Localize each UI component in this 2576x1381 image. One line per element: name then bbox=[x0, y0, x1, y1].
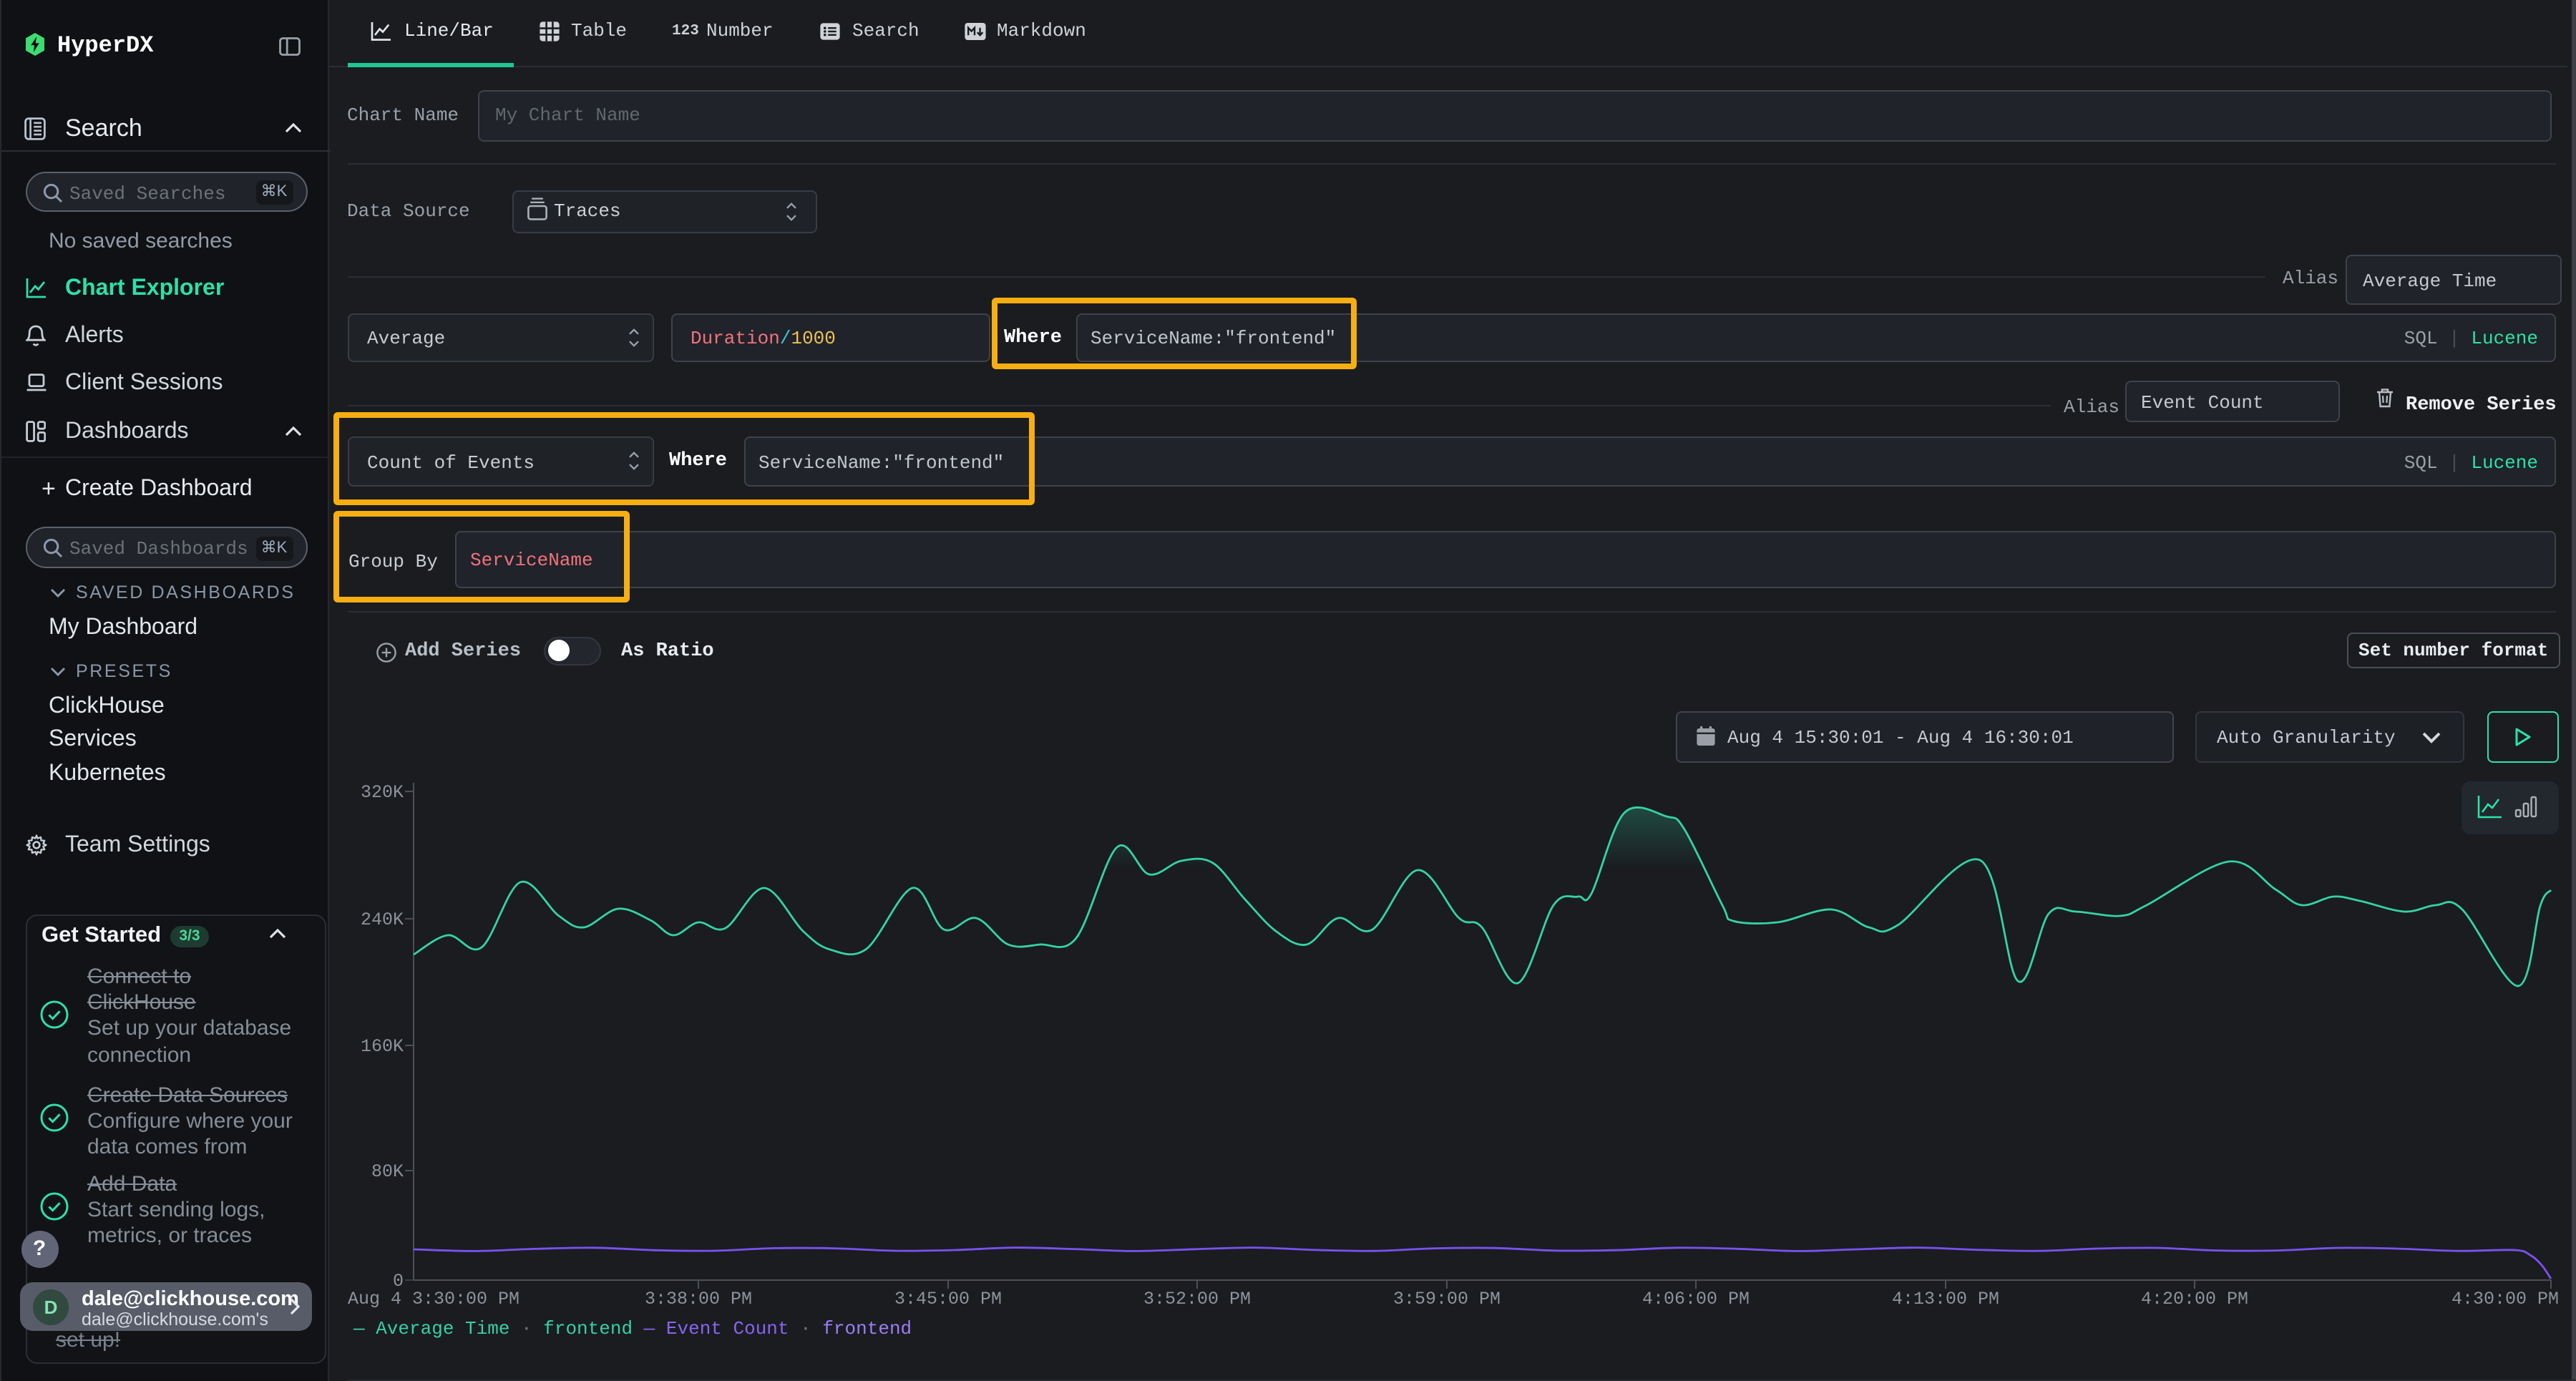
svg-text:4:13:00 PM: 4:13:00 PM bbox=[1892, 1289, 1999, 1309]
svg-text:Aug 4 3:30:00 PM: Aug 4 3:30:00 PM bbox=[348, 1289, 519, 1309]
svg-text:3:45:00 PM: 3:45:00 PM bbox=[894, 1289, 1002, 1309]
svg-text:3:59:00 PM: 3:59:00 PM bbox=[1393, 1289, 1501, 1309]
svg-text:160K: 160K bbox=[361, 1036, 404, 1057]
svg-text:240K: 240K bbox=[361, 909, 404, 930]
svg-text:3:38:00 PM: 3:38:00 PM bbox=[645, 1289, 752, 1309]
svg-text:3:52:00 PM: 3:52:00 PM bbox=[1143, 1289, 1251, 1309]
svg-text:4:06:00 PM: 4:06:00 PM bbox=[1642, 1289, 1750, 1309]
svg-text:4:20:00 PM: 4:20:00 PM bbox=[2141, 1289, 2248, 1309]
svg-text:80K: 80K bbox=[371, 1161, 404, 1182]
svg-text:— Average Time · frontend — Ev: — Average Time · frontend — Event Count … bbox=[353, 1318, 912, 1339]
svg-text:320K: 320K bbox=[361, 782, 404, 803]
svg-text:4:30:00 PM: 4:30:00 PM bbox=[2451, 1289, 2559, 1309]
